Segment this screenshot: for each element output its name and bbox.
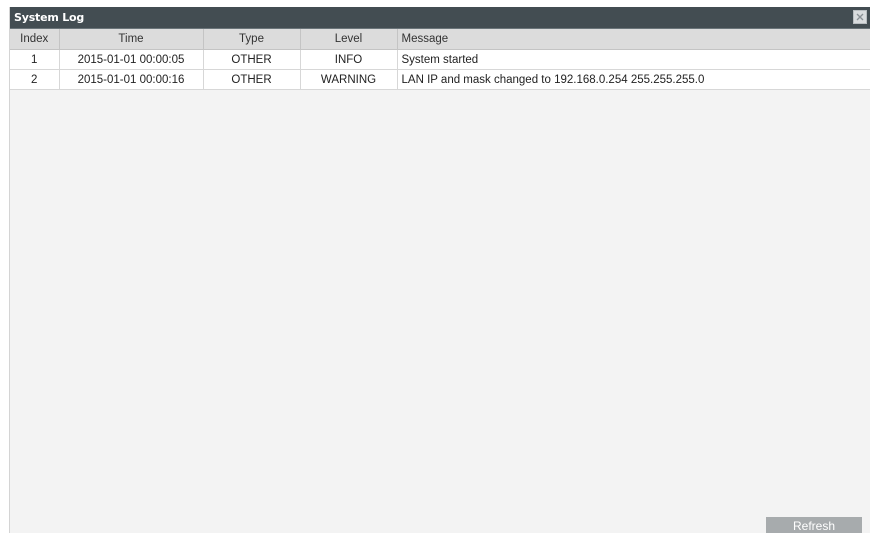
cell-message: System started: [397, 49, 870, 70]
close-icon[interactable]: [853, 10, 867, 24]
column-header-message[interactable]: Message: [397, 29, 870, 50]
column-header-index[interactable]: Index: [10, 29, 60, 50]
log-table: Index Time Type Level Message 1 2015-01-…: [10, 29, 870, 90]
cell-message: LAN IP and mask changed to 192.168.0.254…: [397, 69, 870, 90]
cell-type: OTHER: [203, 49, 301, 70]
cell-index: 2: [10, 69, 60, 90]
table-row: 1 2015-01-01 00:00:05 OTHER INFO System …: [10, 49, 870, 70]
column-header-type[interactable]: Type: [203, 29, 301, 50]
dialog-titlebar: System Log: [10, 7, 870, 29]
table-row: 2 2015-01-01 00:00:16 OTHER WARNING LAN …: [10, 69, 870, 90]
cell-time: 2015-01-01 00:00:16: [59, 69, 204, 90]
column-header-time[interactable]: Time: [59, 29, 204, 50]
refresh-button[interactable]: Refresh: [766, 517, 862, 533]
cell-type: OTHER: [203, 69, 301, 90]
cell-time: 2015-01-01 00:00:05: [59, 49, 204, 70]
column-header-level[interactable]: Level: [300, 29, 398, 50]
cell-level: INFO: [300, 49, 398, 70]
table-header-row: Index Time Type Level Message: [10, 29, 870, 50]
system-log-dialog: System Log Index Time Type Level Message…: [9, 7, 870, 533]
dialog-title: System Log: [14, 11, 85, 24]
log-table-area: Index Time Type Level Message 1 2015-01-…: [10, 29, 870, 90]
cell-index: 1: [10, 49, 60, 70]
cell-level: WARNING: [300, 69, 398, 90]
